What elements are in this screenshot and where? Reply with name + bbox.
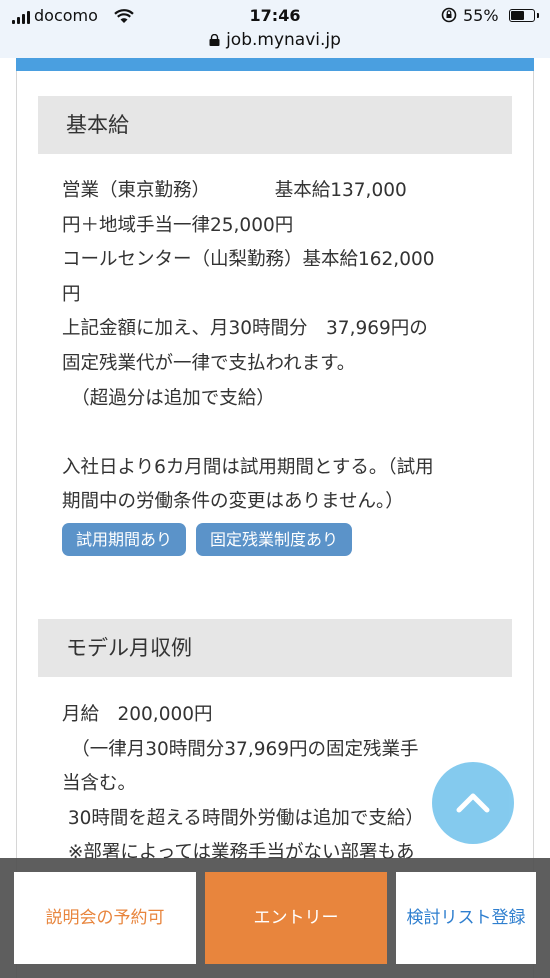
entry-button[interactable]: エントリー: [205, 872, 387, 964]
section-top-border: [16, 58, 534, 71]
tag-fixed-overtime: 固定残業制度あり: [196, 523, 353, 556]
model-line: （一律月30時間分37,969円の固定残業手: [62, 738, 419, 760]
lock-icon: [209, 34, 220, 46]
model-line: 当含む。: [62, 773, 137, 795]
salary-line: コールセンター（山梨勤務）基本給162,000: [62, 249, 435, 271]
salary-line: 固定残業代が一律で支払われます。: [62, 352, 356, 374]
salary-line: 営業（東京勤務） 基本給137,000: [62, 180, 407, 201]
tag-trial-period: 試用期間あり: [62, 523, 187, 556]
add-to-list-button[interactable]: 検討リスト登録: [396, 872, 536, 964]
url-text: job.mynavi.jp: [226, 30, 341, 50]
salary-line: 円＋地域手当一律25,000円: [62, 214, 294, 236]
tag-list: 試用期間あり 固定残業制度あり: [62, 523, 353, 556]
url-bar[interactable]: job.mynavi.jp: [0, 30, 550, 50]
salary-heading: 基本給: [38, 96, 512, 154]
orientation-lock-icon: [441, 7, 457, 23]
salary-line: 期間中の労働条件の変更はありません。）: [62, 491, 404, 513]
bottom-action-bar: 説明会の予約可 エントリー 検討リスト登録: [0, 858, 550, 978]
model-income-text: 月給 200,000円 （一律月30時間分37,969円の固定残業手 当含む。 …: [62, 698, 492, 871]
status-bar: docomo 17:46 55% job.mynavi.jp: [0, 0, 550, 58]
battery-icon: [509, 9, 539, 22]
chevron-up-icon: [456, 793, 490, 813]
model-line: 月給 200,000円: [62, 704, 213, 725]
seminar-reservation-button[interactable]: 説明会の予約可: [14, 872, 196, 964]
salary-text: 営業（東京勤務） 基本給137,000 円＋地域手当一律25,000円 コールセ…: [62, 174, 492, 520]
salary-line: 上記金額に加え、月30時間分 37,969円の: [62, 318, 428, 340]
salary-line: 円: [62, 283, 81, 305]
salary-line: [62, 416, 492, 451]
model-line: 30時間を超える時間外労働は追加で支給）: [62, 807, 424, 829]
salary-line: 入社日より6カ月間は試用期間とする。（試用: [62, 456, 434, 478]
battery-percentage: 55%: [463, 6, 499, 25]
scroll-top-button[interactable]: [432, 762, 514, 844]
model-income-heading: モデル月収例: [38, 619, 512, 677]
salary-line: （超過分は追加で支給）: [62, 387, 275, 409]
